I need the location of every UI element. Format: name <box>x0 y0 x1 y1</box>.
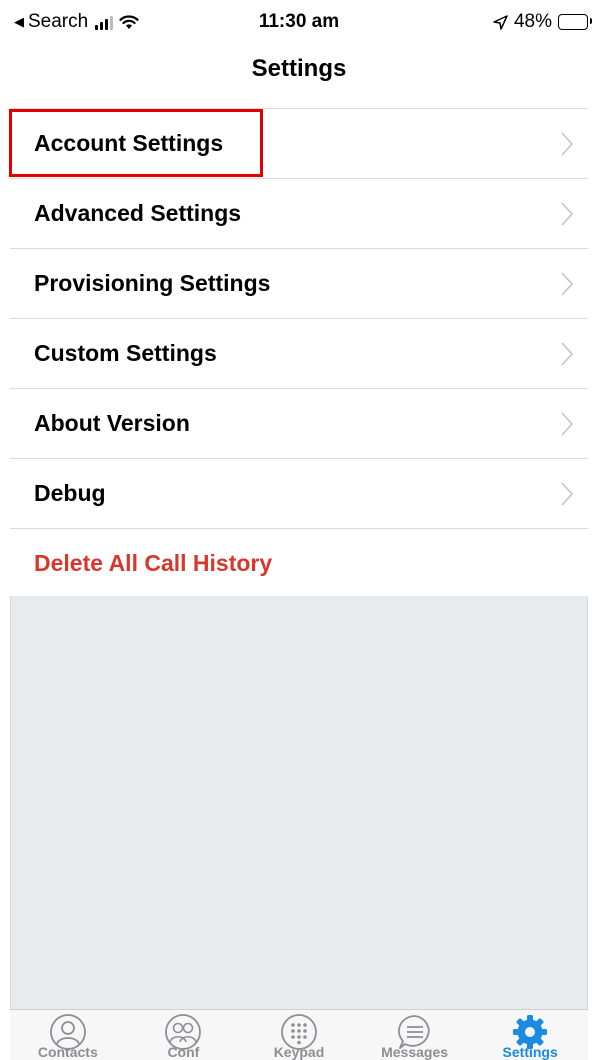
tab-label: Conf <box>167 1044 200 1060</box>
tab-messages[interactable]: Messages <box>357 1010 473 1060</box>
chevron-right-icon <box>561 272 574 296</box>
chevron-right-icon <box>561 132 574 156</box>
tab-keypad[interactable]: Keypad <box>241 1010 357 1060</box>
tab-bar: Contacts Conf Keypad Messages Settings <box>10 1009 588 1060</box>
empty-background-area <box>10 596 588 1009</box>
settings-row-debug[interactable]: Debug <box>10 459 588 529</box>
row-label: Debug <box>34 480 106 506</box>
battery-icon <box>558 14 592 30</box>
chevron-right-icon <box>561 482 574 506</box>
settings-row-provisioning[interactable]: Provisioning Settings <box>10 249 588 319</box>
settings-row-about-version[interactable]: About Version <box>10 389 588 459</box>
tab-label: Messages <box>381 1044 449 1060</box>
tab-settings[interactable]: Settings <box>472 1010 588 1060</box>
status-right: 48% <box>493 11 592 33</box>
battery-percent: 48% <box>513 11 552 32</box>
row-label: About Version <box>34 410 190 436</box>
settings-row-custom[interactable]: Custom Settings <box>10 319 588 389</box>
chevron-right-icon <box>561 342 574 366</box>
settings-row-account[interactable]: Account Settings <box>9 109 588 179</box>
row-label: Provisioning Settings <box>34 270 271 296</box>
status-bar: ◀ Search 11:30 am 48% <box>0 0 598 48</box>
tab-label: Settings <box>502 1044 558 1060</box>
row-label: Custom Settings <box>34 340 217 366</box>
tab-label: Contacts <box>37 1044 98 1060</box>
delete-call-history-label: Delete All Call History <box>34 550 273 576</box>
chevron-right-icon <box>561 202 574 226</box>
settings-row-advanced[interactable]: Advanced Settings <box>10 179 588 249</box>
location-arrow-icon <box>493 14 508 30</box>
row-label: Advanced Settings <box>34 200 242 226</box>
delete-call-history-button[interactable]: Delete All Call History <box>10 529 588 599</box>
settings-list: Account Settings Advanced Settings Provi… <box>9 108 588 599</box>
tab-label: Keypad <box>273 1044 325 1060</box>
row-label: Account Settings <box>34 130 224 156</box>
tab-contacts[interactable]: Contacts <box>10 1010 126 1060</box>
tab-conf[interactable]: Conf <box>126 1010 242 1060</box>
page-title: Settings <box>251 55 347 82</box>
chevron-right-icon <box>561 412 574 436</box>
